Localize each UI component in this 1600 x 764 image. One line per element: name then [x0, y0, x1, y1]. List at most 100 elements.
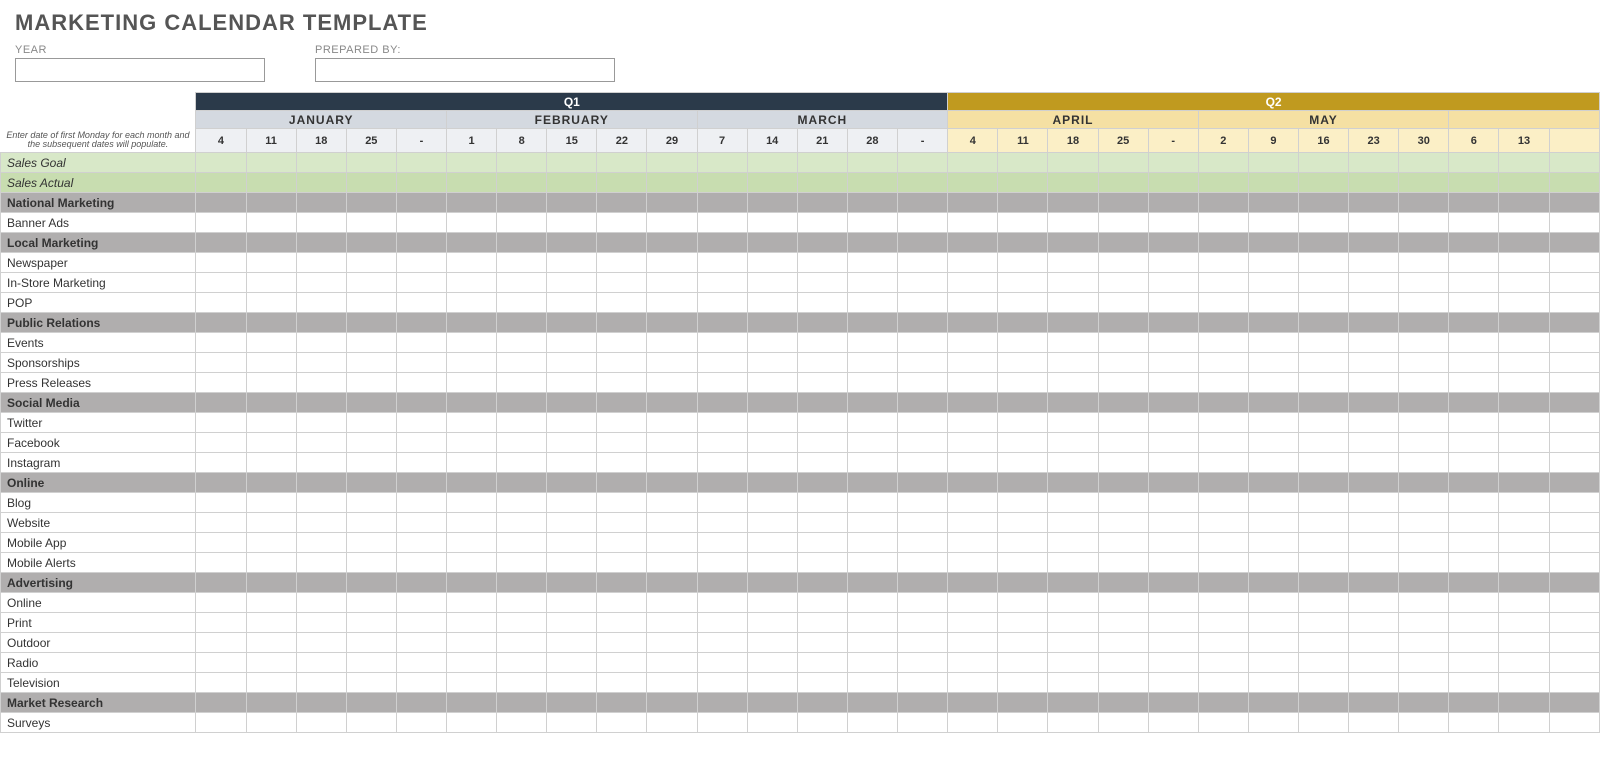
grid-cell[interactable]	[346, 653, 396, 673]
grid-cell[interactable]	[246, 573, 296, 593]
grid-cell[interactable]	[1499, 553, 1549, 573]
grid-cell[interactable]	[647, 273, 697, 293]
grid-cell[interactable]	[1148, 493, 1198, 513]
grid-cell[interactable]	[1449, 353, 1499, 373]
grid-cell[interactable]	[1098, 413, 1148, 433]
grid-cell[interactable]	[346, 373, 396, 393]
grid-cell[interactable]	[797, 253, 847, 273]
grid-cell[interactable]	[897, 653, 947, 673]
grid-cell[interactable]	[1449, 433, 1499, 453]
grid-cell[interactable]	[1248, 273, 1298, 293]
grid-cell[interactable]	[697, 413, 747, 433]
grid-cell[interactable]	[948, 273, 998, 293]
grid-cell[interactable]	[747, 393, 797, 413]
grid-cell[interactable]	[1349, 453, 1399, 473]
grid-cell[interactable]	[847, 233, 897, 253]
grid-cell[interactable]	[1298, 493, 1348, 513]
grid-cell[interactable]	[446, 373, 496, 393]
grid-cell[interactable]	[897, 193, 947, 213]
grid-cell[interactable]	[396, 213, 446, 233]
grid-cell[interactable]	[1148, 453, 1198, 473]
grid-cell[interactable]	[1198, 293, 1248, 313]
grid-cell[interactable]	[196, 593, 246, 613]
grid-cell[interactable]	[1148, 553, 1198, 573]
grid-cell[interactable]	[446, 593, 496, 613]
grid-cell[interactable]	[797, 673, 847, 693]
grid-cell[interactable]	[1399, 273, 1449, 293]
grid-cell[interactable]	[1098, 393, 1148, 413]
grid-cell[interactable]	[847, 713, 897, 733]
grid-cell[interactable]	[346, 693, 396, 713]
grid-cell[interactable]	[296, 593, 346, 613]
grid-cell[interactable]	[647, 453, 697, 473]
grid-cell[interactable]	[597, 533, 647, 553]
grid-cell[interactable]	[1298, 213, 1348, 233]
grid-cell[interactable]	[998, 533, 1048, 553]
grid-cell[interactable]	[296, 693, 346, 713]
grid-cell[interactable]	[747, 553, 797, 573]
grid-cell[interactable]	[446, 313, 496, 333]
grid-cell[interactable]	[196, 493, 246, 513]
grid-cell[interactable]	[1449, 153, 1499, 173]
grid-cell[interactable]	[497, 213, 547, 233]
grid-cell[interactable]	[1198, 213, 1248, 233]
grid-cell[interactable]	[948, 673, 998, 693]
grid-cell[interactable]	[346, 353, 396, 373]
grid-cell[interactable]	[497, 173, 547, 193]
grid-cell[interactable]	[847, 473, 897, 493]
grid-cell[interactable]	[597, 573, 647, 593]
grid-cell[interactable]	[847, 453, 897, 473]
grid-cell[interactable]	[1298, 593, 1348, 613]
grid-cell[interactable]	[1499, 533, 1549, 553]
grid-cell[interactable]	[1298, 473, 1348, 493]
grid-cell[interactable]	[897, 293, 947, 313]
grid-cell[interactable]	[1198, 533, 1248, 553]
grid-cell[interactable]	[1349, 533, 1399, 553]
grid-cell[interactable]	[1499, 513, 1549, 533]
grid-cell[interactable]	[1198, 673, 1248, 693]
grid-cell[interactable]	[547, 293, 597, 313]
grid-cell[interactable]	[296, 233, 346, 253]
grid-cell[interactable]	[1499, 333, 1549, 353]
grid-cell[interactable]	[948, 293, 998, 313]
grid-cell[interactable]	[998, 173, 1048, 193]
grid-cell[interactable]	[647, 153, 697, 173]
grid-cell[interactable]	[847, 373, 897, 393]
grid-cell[interactable]	[497, 293, 547, 313]
grid-cell[interactable]	[346, 513, 396, 533]
grid-cell[interactable]	[697, 313, 747, 333]
grid-cell[interactable]	[1098, 513, 1148, 533]
grid-cell[interactable]	[1148, 373, 1198, 393]
grid-cell[interactable]	[346, 533, 396, 553]
grid-cell[interactable]	[1549, 433, 1599, 453]
grid-cell[interactable]	[847, 633, 897, 653]
grid-cell[interactable]	[196, 293, 246, 313]
grid-cell[interactable]	[1549, 653, 1599, 673]
grid-cell[interactable]	[647, 493, 697, 513]
grid-cell[interactable]	[847, 353, 897, 373]
grid-cell[interactable]	[1098, 633, 1148, 653]
grid-cell[interactable]	[697, 713, 747, 733]
grid-cell[interactable]	[797, 473, 847, 493]
grid-cell[interactable]	[296, 353, 346, 373]
grid-cell[interactable]	[497, 553, 547, 573]
grid-cell[interactable]	[1349, 293, 1399, 313]
grid-cell[interactable]	[1399, 173, 1449, 193]
grid-cell[interactable]	[1198, 473, 1248, 493]
grid-cell[interactable]	[1499, 653, 1549, 673]
grid-cell[interactable]	[847, 613, 897, 633]
grid-cell[interactable]	[747, 693, 797, 713]
grid-cell[interactable]	[847, 493, 897, 513]
grid-cell[interactable]	[1098, 573, 1148, 593]
grid-cell[interactable]	[246, 613, 296, 633]
grid-cell[interactable]	[597, 333, 647, 353]
grid-cell[interactable]	[998, 593, 1048, 613]
grid-cell[interactable]	[346, 253, 396, 273]
grid-cell[interactable]	[1248, 293, 1298, 313]
grid-cell[interactable]	[396, 453, 446, 473]
grid-cell[interactable]	[246, 633, 296, 653]
grid-cell[interactable]	[1048, 593, 1098, 613]
grid-cell[interactable]	[346, 673, 396, 693]
grid-cell[interactable]	[296, 493, 346, 513]
grid-cell[interactable]	[897, 253, 947, 273]
